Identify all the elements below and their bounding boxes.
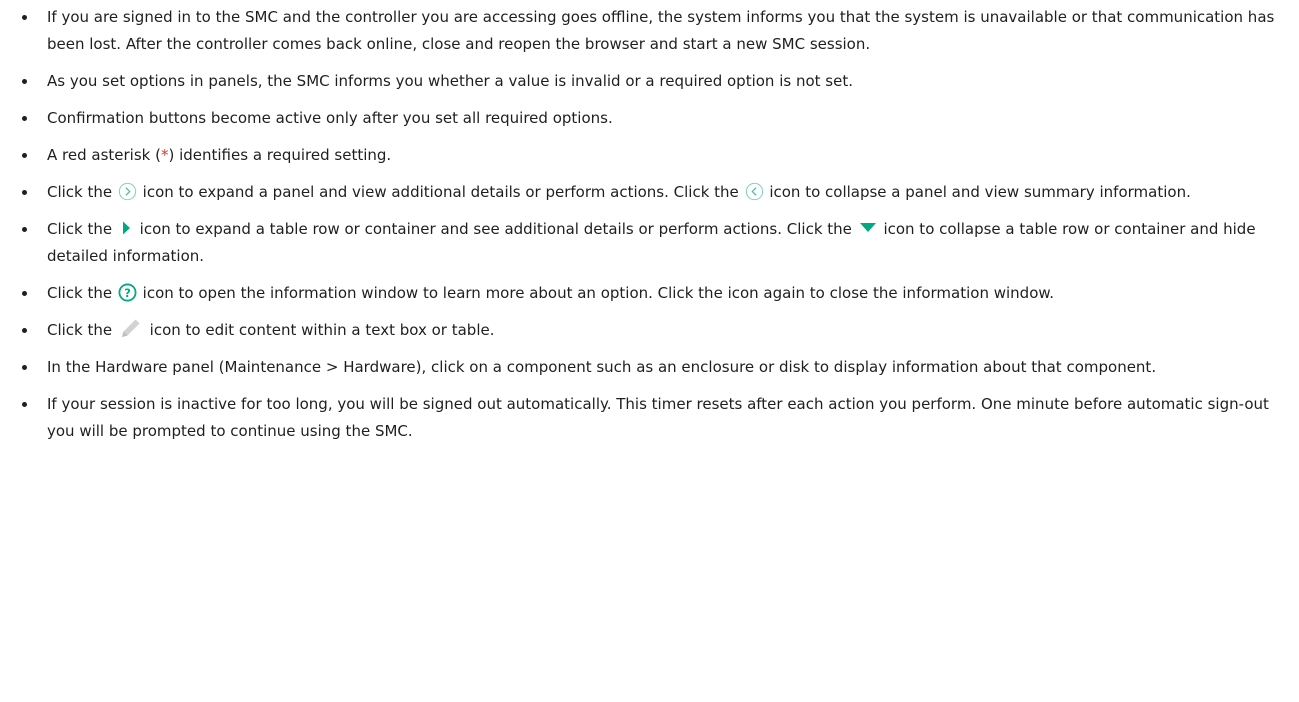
list-item: Confirmation buttons become active only …: [14, 105, 1285, 132]
bullet-text: icon to expand a table row or container …: [134, 220, 857, 238]
list-item: Click the ? icon to open the information…: [14, 280, 1285, 307]
list-item: In the Hardware panel (Maintenance > Har…: [14, 354, 1285, 381]
tips-list: If you are signed in to the SMC and the …: [14, 4, 1285, 445]
bullet-text: Click the: [47, 220, 117, 238]
list-item: Click the icon to expand a table row or …: [14, 216, 1285, 270]
bullet-text: Click the: [47, 183, 117, 201]
bullet-text: Click the: [47, 321, 117, 339]
bullet-text: As you set options in panels, the SMC in…: [47, 72, 853, 90]
list-item: If you are signed in to the SMC and the …: [14, 4, 1285, 58]
bullet-text: ) identifies a required setting.: [168, 146, 392, 164]
list-item: As you set options in panels, the SMC in…: [14, 68, 1285, 95]
list-item: A red asterisk (*) identifies a required…: [14, 142, 1285, 169]
bullet-text: If you are signed in to the SMC and the …: [47, 8, 1275, 53]
list-item: If your session is inactive for too long…: [14, 391, 1285, 445]
svg-text:?: ?: [124, 286, 131, 300]
bullet-text: A red asterisk (: [47, 146, 161, 164]
chevron-left-circle-icon: [745, 182, 764, 201]
list-item: Click the icon to expand a panel and vie…: [14, 179, 1285, 206]
bullet-text: icon to expand a panel and view addition…: [137, 183, 744, 201]
list-item: Click the icon to edit content within a …: [14, 317, 1285, 344]
bullet-text: Confirmation buttons become active only …: [47, 109, 613, 127]
chevron-right-circle-icon: [118, 182, 137, 201]
bullet-text: icon to open the information window to l…: [137, 284, 1055, 302]
bullet-text: Click the: [47, 284, 117, 302]
triangle-right-icon: [118, 220, 134, 236]
bullet-text: If your session is inactive for too long…: [47, 395, 1269, 440]
bullet-text: In the Hardware panel (Maintenance > Har…: [47, 358, 1157, 376]
help-circle-icon: ?: [118, 283, 137, 302]
document-body: If you are signed in to the SMC and the …: [0, 0, 1299, 445]
bullet-text: icon to edit content within a text box o…: [144, 321, 495, 339]
bullet-text: icon to collapse a panel and view summar…: [764, 183, 1191, 201]
pencil-icon: [118, 317, 144, 339]
triangle-down-icon: [858, 221, 878, 235]
